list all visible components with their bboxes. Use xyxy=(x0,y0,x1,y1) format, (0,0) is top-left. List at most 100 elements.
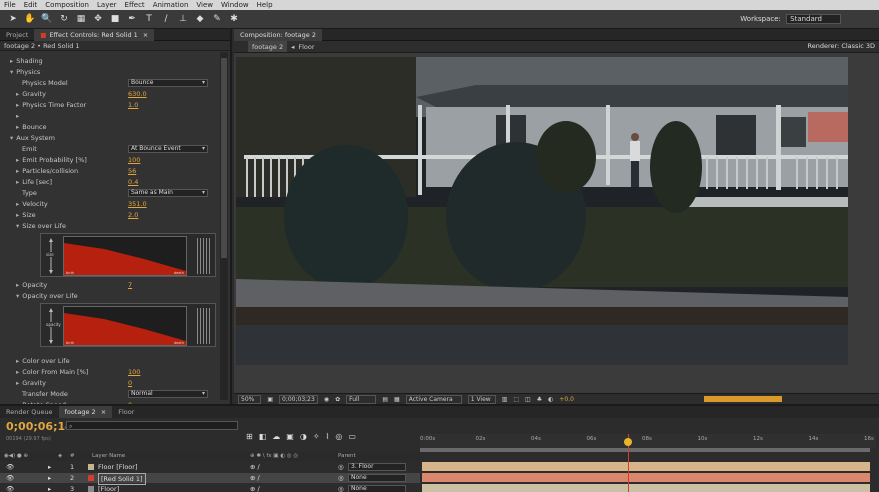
tab-render-queue[interactable]: Render Queue xyxy=(0,406,59,418)
comp-timecode[interactable]: 0;00;03;23 xyxy=(279,394,318,404)
twirl-closed-icon[interactable]: ▸ xyxy=(16,357,19,365)
motion-blur-icon[interactable]: ◑ xyxy=(300,432,307,441)
pixel-aspect-icon[interactable]: ▥ xyxy=(502,396,508,403)
twirl-closed-icon[interactable]: ▸ xyxy=(16,156,19,164)
curve-graph[interactable]: birth death xyxy=(63,306,187,346)
shy-icon[interactable]: ☁ xyxy=(272,432,280,441)
workspace-selector[interactable]: Workspace: Standard xyxy=(740,14,841,24)
timeline-icon[interactable]: ◫ xyxy=(525,396,531,403)
live-update-icon[interactable]: ▭ xyxy=(348,432,356,441)
effect-value[interactable]: 56 xyxy=(128,166,136,176)
effect-value[interactable]: 100 xyxy=(128,367,140,377)
close-icon[interactable]: × xyxy=(101,408,106,416)
effect-dropdown[interactable]: At Bounce Event xyxy=(128,145,208,153)
twirl-closed-icon[interactable]: ▸ xyxy=(16,379,19,387)
parent-select[interactable]: None xyxy=(348,474,406,482)
graph-editor-icon[interactable]: ⌇ xyxy=(326,432,330,441)
workspace-value[interactable]: Standard xyxy=(786,14,841,24)
composition-viewer[interactable] xyxy=(236,57,848,365)
exposure-value[interactable]: +0.0 xyxy=(559,396,574,403)
effect-value[interactable]: 100 xyxy=(128,155,140,165)
menu-help[interactable]: Help xyxy=(257,1,273,9)
transparency-icon[interactable]: ▦ xyxy=(394,396,400,403)
twirl-closed-icon[interactable]: ▸ xyxy=(16,211,19,219)
playhead-handle[interactable] xyxy=(624,438,632,446)
effect-row[interactable]: Transfer Mode xyxy=(22,389,68,399)
work-area-bar[interactable] xyxy=(420,448,870,452)
tab-composition[interactable]: Composition: footage 2 xyxy=(234,28,322,41)
scrollbar-thumb[interactable] xyxy=(221,58,227,258)
puppet-icon[interactable]: ✱ xyxy=(227,12,241,26)
effect-row[interactable]: ▸ Physics Time Factor xyxy=(16,100,86,110)
grid-icon[interactable]: ▣ xyxy=(267,396,273,403)
effect-value[interactable]: 1.0 xyxy=(128,100,138,110)
effect-row[interactable]: ▾ Aux System xyxy=(10,133,55,143)
twirl-closed-icon[interactable]: ▸ xyxy=(16,90,19,98)
parent-select[interactable]: None xyxy=(348,485,406,492)
select-icon[interactable]: ➤ xyxy=(6,12,20,26)
view-layout-select[interactable]: 1 View xyxy=(467,394,496,404)
layer-name[interactable]: Floor [Floor] xyxy=(98,462,137,472)
pen-icon[interactable]: ✒ xyxy=(125,12,139,26)
menu-edit[interactable]: Edit xyxy=(24,1,38,9)
effect-row[interactable]: ▸ Color over Life xyxy=(16,356,70,366)
visibility-icon[interactable]: 👁 xyxy=(6,462,14,472)
menu-window[interactable]: Window xyxy=(221,1,249,9)
breadcrumb-footage2[interactable]: footage 2 xyxy=(248,41,288,52)
parent-select[interactable]: 3. Floor xyxy=(348,463,406,471)
draft-3d-icon[interactable]: ◧ xyxy=(259,432,267,441)
layer-switch-icon[interactable]: ⊕ ∕ xyxy=(250,484,260,492)
effect-row[interactable]: ▾ Physics xyxy=(10,67,40,77)
layer-color-swatch[interactable] xyxy=(88,464,94,470)
effect-value[interactable]: 7 xyxy=(128,280,132,290)
effect-row[interactable]: ▸ xyxy=(16,111,22,121)
clone-icon[interactable]: ⊥ xyxy=(176,12,190,26)
twirl-closed-icon[interactable]: ▸ xyxy=(16,281,19,289)
twirl-closed-icon[interactable]: ▸ xyxy=(48,473,51,483)
snapshot-icon[interactable]: ◉ xyxy=(324,396,329,403)
twirl-closed-icon[interactable]: ▸ xyxy=(16,167,19,175)
pickwhip-icon[interactable]: ◎ xyxy=(338,462,344,472)
menu-effect[interactable]: Effect xyxy=(125,1,145,9)
effect-row[interactable]: ▸ Color From Main [%] xyxy=(16,367,88,377)
twirl-open-icon[interactable]: ▾ xyxy=(16,292,19,300)
effect-row[interactable]: Physics Model xyxy=(22,78,68,88)
visibility-icon[interactable]: 👁 xyxy=(6,473,14,483)
pan-behind-icon[interactable]: ✥ xyxy=(91,12,105,26)
effect-row[interactable]: ▾ Opacity over Life xyxy=(16,291,78,301)
panel-scrollbar[interactable] xyxy=(220,52,228,400)
effect-value[interactable]: 0 xyxy=(128,378,132,388)
layer-duration-bar[interactable] xyxy=(422,484,870,492)
time-ruler[interactable]: 0:00s 02s 04s 06s 08s 10s 12s 14s 16s xyxy=(420,434,876,448)
twirl-closed-icon[interactable]: ▸ xyxy=(16,178,19,186)
twirl-closed-icon[interactable]: ▸ xyxy=(16,368,19,376)
menu-layer[interactable]: Layer xyxy=(97,1,117,9)
effect-value[interactable]: 0.4 xyxy=(128,177,138,187)
twirl-closed-icon[interactable]: ▸ xyxy=(16,112,19,120)
effect-row[interactable]: Emit xyxy=(22,144,37,154)
effect-row[interactable]: ▸ Gravity xyxy=(16,89,46,99)
col-layer-name[interactable]: Layer Name xyxy=(92,453,125,459)
type-icon[interactable]: T xyxy=(142,12,156,26)
pickwhip-icon[interactable]: ◎ xyxy=(338,484,344,492)
flowchart-icon[interactable]: ♣ xyxy=(537,396,542,403)
effect-row[interactable]: ▸ Life [sec] xyxy=(16,177,52,187)
curve-presets[interactable] xyxy=(197,308,211,344)
effect-row[interactable]: ▸ Particles/collision xyxy=(16,166,78,176)
effect-row[interactable]: ▸ Opacity xyxy=(16,280,47,290)
camera-icon[interactable]: ▦ xyxy=(74,12,88,26)
tab-footage2[interactable]: footage 2 × xyxy=(58,406,113,418)
curve-presets[interactable] xyxy=(197,238,211,274)
pickwhip-icon[interactable]: ◎ xyxy=(338,473,344,483)
curve-editor[interactable]: size birth death xyxy=(40,233,216,277)
layer-duration-bar[interactable] xyxy=(422,473,870,482)
fast-preview-icon[interactable]: ⬚ xyxy=(513,396,519,403)
col-parent[interactable]: Parent xyxy=(338,453,356,459)
effect-value[interactable]: 630.0 xyxy=(128,89,147,99)
twirl-closed-icon[interactable]: ▸ xyxy=(48,462,51,472)
color-channel-icon[interactable]: ✿ xyxy=(335,396,340,403)
effect-row[interactable]: Type xyxy=(22,188,37,198)
exposure-reset-icon[interactable]: ◐ xyxy=(548,396,553,403)
effect-row[interactable]: ▸ Bounce xyxy=(16,122,47,132)
layer-color-swatch[interactable] xyxy=(88,486,94,492)
